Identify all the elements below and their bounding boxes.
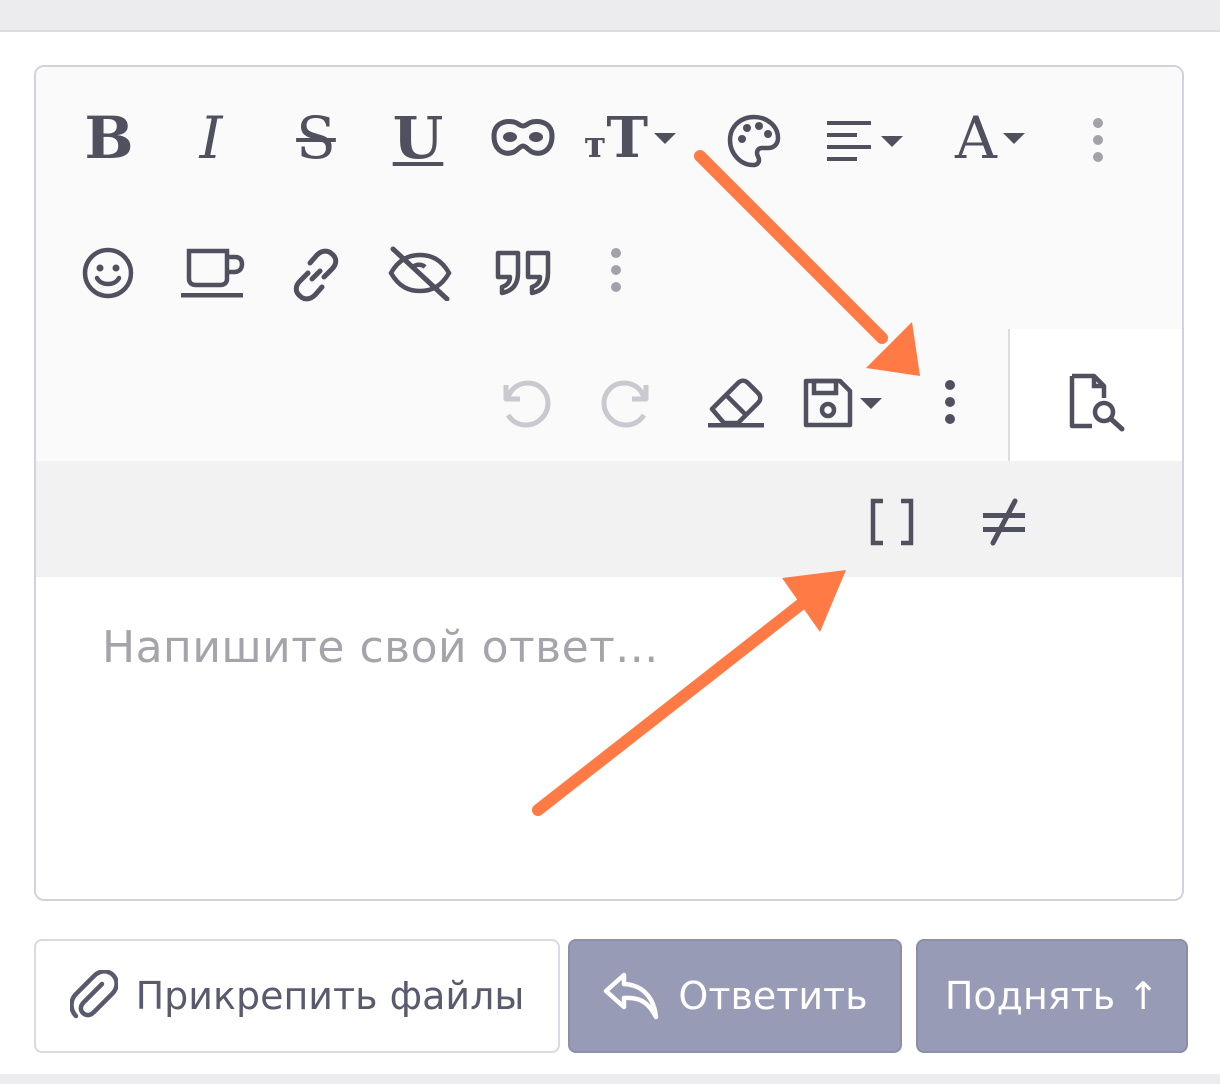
rich-text-editor: B I S U тT A Напишите свой ответ... xyxy=(34,65,1184,901)
italic-button[interactable]: I xyxy=(186,103,236,173)
bump-button[interactable]: Поднять ↑ xyxy=(916,939,1188,1053)
remove-formatting-button[interactable] xyxy=(702,373,768,433)
drafts-button[interactable] xyxy=(792,373,892,433)
redo-icon xyxy=(601,380,649,428)
eye-slash-icon xyxy=(388,246,452,301)
more-formatting-button[interactable] xyxy=(1088,115,1108,165)
smiley-icon xyxy=(82,247,134,299)
italic-icon: I xyxy=(199,104,223,172)
document-search-icon xyxy=(1069,373,1125,432)
link-icon xyxy=(293,248,339,302)
toggle-bbcode-button[interactable] xyxy=(864,495,920,549)
not-equal-icon xyxy=(983,498,1025,546)
redo-button[interactable] xyxy=(598,373,658,433)
more-insert-button[interactable] xyxy=(606,245,626,295)
spoiler-mask-button[interactable] xyxy=(488,113,558,163)
bold-button[interactable]: B xyxy=(84,103,134,173)
underline-button[interactable]: U xyxy=(388,103,448,173)
more-vertical-icon xyxy=(945,380,955,424)
font-size-button[interactable]: тT xyxy=(576,103,684,173)
text-color-button[interactable] xyxy=(724,111,784,171)
attach-files-button[interactable]: Прикрепить файлы xyxy=(34,939,560,1053)
more-vertical-icon xyxy=(1093,118,1103,162)
font-family-icon: A xyxy=(955,104,997,172)
more-vertical-icon xyxy=(611,248,621,292)
page-top-strip xyxy=(0,0,1220,32)
palette-icon xyxy=(727,114,781,168)
font-size-icon: тT xyxy=(584,105,648,171)
quote-button[interactable] xyxy=(492,245,556,301)
reply-textarea[interactable]: Напишите свой ответ... xyxy=(102,622,659,673)
strikethrough-icon: S xyxy=(296,104,336,172)
reply-label: Ответить xyxy=(678,974,868,1018)
chevron-down-icon xyxy=(860,397,882,409)
bold-icon: B xyxy=(84,104,134,172)
undo-button[interactable] xyxy=(494,373,554,433)
strikethrough-button[interactable]: S xyxy=(286,103,346,173)
emoji-button[interactable] xyxy=(80,245,136,301)
more-options-button[interactable] xyxy=(940,377,960,427)
reply-button[interactable]: Ответить xyxy=(568,939,902,1053)
mask-icon xyxy=(491,119,555,156)
attach-files-label: Прикрепить файлы xyxy=(135,974,525,1018)
align-left-icon xyxy=(827,121,871,161)
undo-icon xyxy=(503,380,551,428)
save-icon xyxy=(803,378,853,428)
insert-link-button[interactable] xyxy=(286,245,346,305)
hide-content-button[interactable] xyxy=(384,243,456,303)
bump-label: Поднять ↑ xyxy=(944,974,1160,1018)
coffee-cup-icon xyxy=(181,248,245,298)
font-family-button[interactable]: A xyxy=(940,103,1040,173)
page-bottom-strip xyxy=(0,1074,1220,1084)
underline-icon: U xyxy=(392,104,444,172)
insert-media-button[interactable] xyxy=(178,243,248,303)
not-equal-button[interactable] xyxy=(976,495,1032,549)
chevron-down-icon xyxy=(653,132,676,144)
brackets-icon xyxy=(870,498,914,546)
quote-icon xyxy=(495,250,551,296)
eraser-icon xyxy=(708,378,764,428)
chevron-down-icon xyxy=(1002,132,1025,144)
align-button[interactable] xyxy=(816,113,912,169)
reply-arrow-icon xyxy=(604,972,659,1020)
preview-button[interactable] xyxy=(1064,371,1130,433)
chevron-down-icon xyxy=(881,135,903,147)
paperclip-icon xyxy=(69,970,118,1019)
